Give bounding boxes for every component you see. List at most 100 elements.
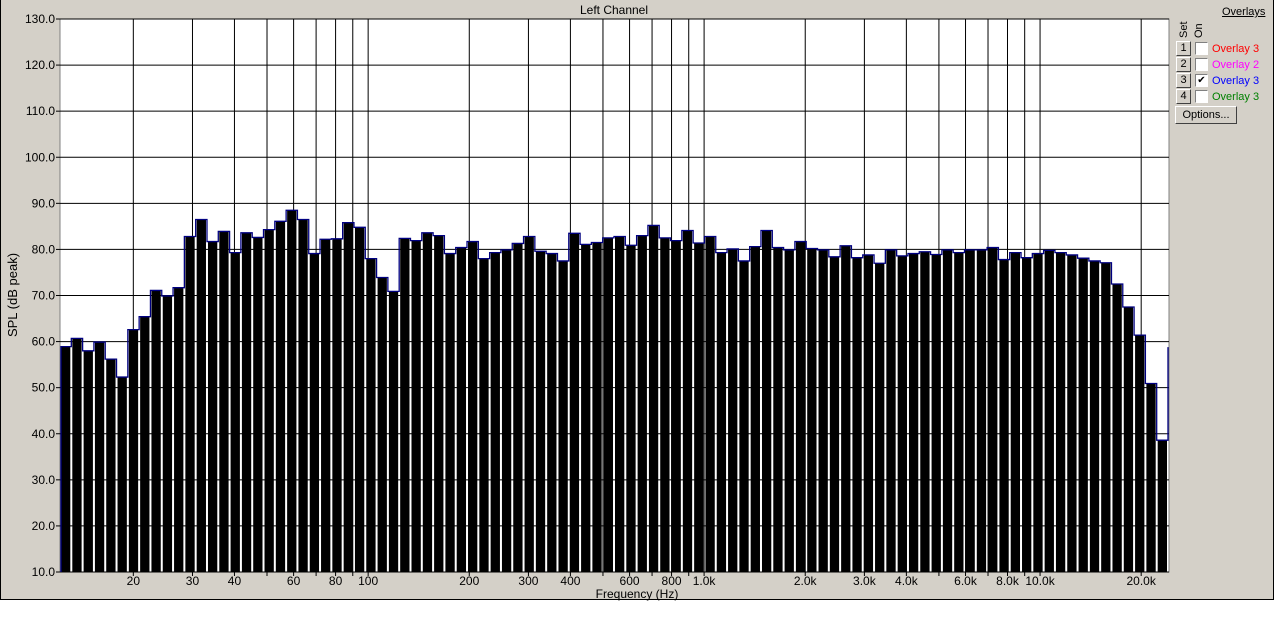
spl-bar: [422, 232, 433, 572]
overlay-checkbox[interactable]: [1195, 42, 1208, 55]
spl-bar: [287, 210, 297, 572]
frequency-response-chart: Left Channel 10.0 20.0 30.0 40.0 50.0 60.0 70.0…: [5, 3, 1170, 601]
spl-bar: [377, 277, 387, 572]
spl-bar: [388, 291, 399, 572]
overlay-set-button[interactable]: 1: [1176, 41, 1191, 56]
spl-bar: [264, 229, 274, 572]
spl-bar: [626, 245, 636, 572]
overlay-set-button[interactable]: 2: [1176, 57, 1191, 72]
options-button[interactable]: Options...: [1175, 106, 1237, 124]
spl-bar: [445, 253, 455, 573]
spl-bar: [366, 258, 376, 572]
spl-bar: [1055, 252, 1066, 572]
spl-bar: [829, 256, 840, 572]
spl-bar: [298, 219, 308, 572]
overlays-panel: Overlays Set On 1 Overlay 32 Overlay 23 …: [1170, 0, 1274, 130]
spl-bar: [1067, 254, 1077, 573]
spl-bar: [682, 230, 693, 572]
spl-bar: [106, 359, 116, 572]
spl-bar: [196, 219, 206, 572]
spl-bar: [1044, 250, 1054, 573]
y-tick-label: 90.0: [32, 196, 56, 210]
overlay-checkbox[interactable]: [1195, 90, 1208, 103]
spl-bar: [230, 252, 240, 572]
x-tick-label: 800: [662, 574, 682, 588]
spl-bar: [954, 252, 964, 572]
spl-bar: [309, 253, 320, 573]
spl-bar: [1033, 253, 1043, 573]
spl-bar: [400, 238, 410, 572]
spl-bar: [456, 247, 467, 572]
spl-bar: [1135, 335, 1145, 572]
x-tick-label: 4.0k: [895, 574, 919, 588]
spl-bar: [83, 350, 93, 572]
spl-bar: [920, 251, 930, 573]
spl-bar: [875, 263, 885, 572]
overlay-set-button[interactable]: 3: [1176, 73, 1191, 88]
y-tick-label: 80.0: [32, 242, 56, 256]
spl-bar: [434, 235, 444, 572]
x-tick-label: 300: [518, 574, 538, 588]
x-tick-label: 400: [560, 574, 580, 588]
spl-bar: [253, 237, 263, 572]
spl-bar: [739, 260, 749, 572]
spl-bar: [976, 249, 987, 572]
overlay-set-button[interactable]: 4: [1176, 89, 1191, 104]
overlay-row: 4 Overlay 3: [1176, 89, 1259, 104]
spl-bar: [807, 248, 817, 572]
x-tick-label: 30: [186, 574, 200, 588]
y-tick-label: 100.0: [25, 150, 55, 164]
x-tick-label: 60: [287, 574, 301, 588]
spl-bar: [1078, 258, 1088, 572]
y-tick-label: 10.0: [32, 565, 56, 579]
x-tick-label: 8.0k: [996, 574, 1020, 588]
spl-bar: [140, 316, 150, 572]
spl-bar: [1123, 307, 1134, 572]
spl-bar: [988, 247, 998, 572]
overlay-label: Overlay 2: [1212, 58, 1260, 71]
y-tick-label: 60.0: [32, 335, 56, 349]
y-axis-title: SPL (dB peak): [5, 253, 20, 337]
spl-bar: [569, 233, 580, 572]
y-tick-label: 30.0: [32, 473, 56, 487]
spl-bar: [931, 254, 941, 572]
spl-bar: [784, 249, 794, 572]
x-tick-label: 40: [228, 574, 242, 588]
spl-bar: [547, 253, 557, 573]
spl-bar: [241, 232, 252, 572]
spl-bar: [965, 249, 975, 572]
spl-bar: [162, 295, 173, 572]
on-column-label: On: [1193, 23, 1205, 38]
spl-bar: [728, 248, 738, 573]
spl-bar: [72, 338, 82, 572]
overlay-row: 1 Overlay 3: [1176, 41, 1259, 56]
overlay-checkbox[interactable]: ✔: [1195, 74, 1208, 87]
x-tick-label: 1.0k: [693, 574, 717, 588]
x-tick-label: 10.0k: [1025, 574, 1055, 588]
spl-bar: [61, 346, 71, 572]
spl-bar: [750, 246, 760, 572]
overlay-checkbox[interactable]: [1195, 58, 1208, 71]
spl-bar: [513, 243, 523, 572]
spl-bar: [1101, 262, 1111, 572]
spl-bar: [1089, 260, 1100, 572]
spl-bar: [501, 249, 512, 572]
spl-bar: [1112, 283, 1122, 572]
x-tick-label: 3.0k: [853, 574, 877, 588]
spl-bar: [716, 252, 727, 572]
chart-title: Left Channel: [580, 3, 648, 17]
spl-bar: [694, 242, 704, 572]
spl-bar: [174, 287, 184, 572]
spl-bar: [1010, 252, 1021, 572]
spl-bar: [761, 230, 772, 572]
overlay-label: Overlay 3: [1212, 42, 1260, 55]
x-tick-label: 100: [358, 574, 378, 588]
spl-bar: [818, 249, 828, 572]
spl-bar: [207, 241, 218, 572]
y-tick-label: 130.0: [25, 12, 55, 26]
spl-bar: [219, 231, 229, 573]
spl-bar: [615, 236, 625, 572]
spl-bar: [321, 239, 331, 573]
x-tick-label: 20.0k: [1127, 574, 1157, 588]
spl-bar: [863, 254, 874, 573]
